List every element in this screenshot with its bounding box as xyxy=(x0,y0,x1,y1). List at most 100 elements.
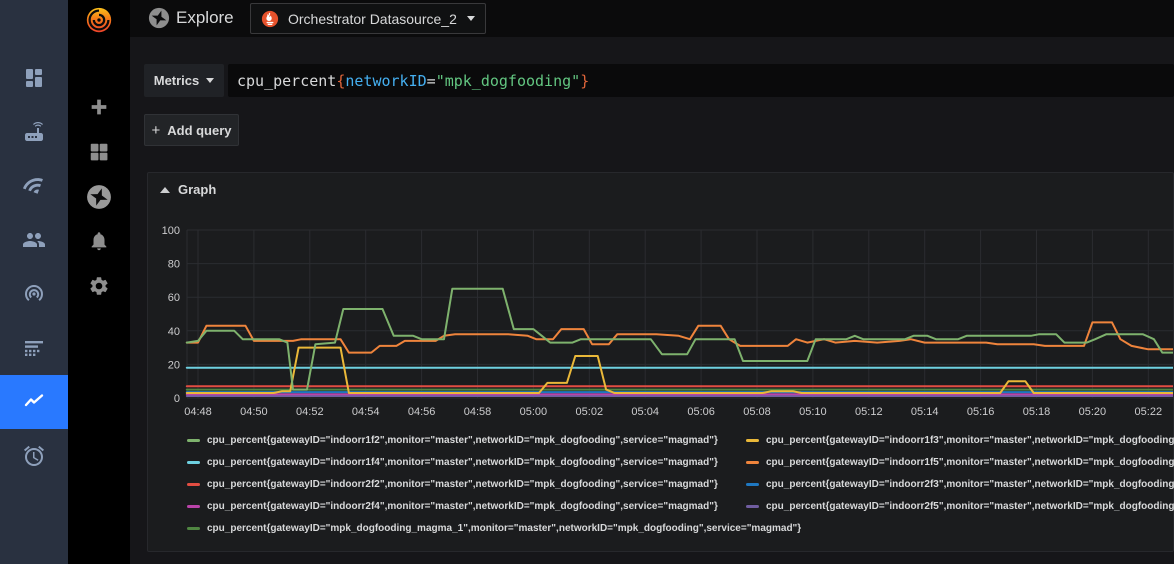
query-expression: cpu_percent{networkID="mpk_dogfooding"} xyxy=(237,71,590,90)
grafana-sidebar xyxy=(68,0,130,564)
legend-item[interactable]: cpu_percent{gatewayID="indoorr2f2",monit… xyxy=(187,473,801,495)
legend-series-label: cpu_percent{gatewayID="indoorr1f5",monit… xyxy=(766,456,1174,468)
svg-text:04:48: 04:48 xyxy=(184,406,212,418)
legend-series-label: cpu_percent{gatewayID="indoorr1f4",monit… xyxy=(207,456,718,468)
legend-series-swatch xyxy=(746,482,759,486)
add-query-button[interactable]: + Add query xyxy=(144,114,239,146)
panel-title: Graph xyxy=(178,182,217,197)
radar-icon xyxy=(25,285,43,301)
explore-icon xyxy=(148,7,170,29)
page-title: Explore xyxy=(176,8,234,27)
svg-text:05:10: 05:10 xyxy=(799,406,827,418)
chevron-down-icon xyxy=(466,16,475,21)
add-query-label: Add query xyxy=(167,122,232,138)
svg-text:40: 40 xyxy=(168,326,180,338)
datasource-picker[interactable]: Orchestrator Datasource_2 xyxy=(250,3,486,34)
collapse-icon xyxy=(160,186,170,193)
svg-text:05:08: 05:08 xyxy=(743,406,771,418)
svg-text:05:06: 05:06 xyxy=(687,406,715,418)
legend-series-swatch xyxy=(187,504,200,508)
chevron-down-icon xyxy=(206,78,215,83)
grafana-logo[interactable] xyxy=(68,0,130,40)
graph-panel: Graph 0 20 40 60 80 100 04:48 04:50 04:52 04:54 04… xyxy=(147,172,1174,552)
datasource-name: Orchestrator Datasource_2 xyxy=(288,10,457,27)
sidebar-item-equipment[interactable] xyxy=(0,105,68,159)
explore-header: Explore Orchestrator Datasource_2 xyxy=(130,0,1174,37)
sidebar-item-alarms[interactable] xyxy=(0,429,68,483)
svg-text:04:56: 04:56 xyxy=(408,406,436,418)
grafana-dashboards-item[interactable] xyxy=(68,132,130,172)
legend-series-swatch xyxy=(746,504,759,508)
legend-item[interactable]: cpu_percent{gatewayID="indoorr2f5",monit… xyxy=(746,495,1174,517)
prometheus-icon xyxy=(261,10,279,27)
legend-series-swatch xyxy=(746,438,759,442)
svg-text:05:20: 05:20 xyxy=(1079,406,1107,418)
legend-series-label: cpu_percent{gatewayID="indoorr1f2",monit… xyxy=(207,434,718,446)
grafana-alerting-item[interactable] xyxy=(68,221,130,261)
alarm-clock-icon xyxy=(24,445,44,466)
graph-panel-header[interactable]: Graph xyxy=(160,182,216,197)
svg-text:04:52: 04:52 xyxy=(296,406,324,418)
legend-series-label: cpu_percent{gatewayID="indoorr2f2",monit… xyxy=(207,478,718,490)
wifi-icon xyxy=(22,178,43,194)
grafana-configuration-item[interactable] xyxy=(68,266,130,306)
svg-text:20: 20 xyxy=(168,359,180,371)
sidebar-item-network[interactable] xyxy=(0,159,68,213)
svg-text:05:00: 05:00 xyxy=(520,406,548,418)
metrics-chart-icon xyxy=(24,394,44,407)
users-icon xyxy=(23,233,45,247)
sidebar-item-metrics[interactable] xyxy=(0,375,68,429)
legend-series-label: cpu_percent{gatewayID="mpk_dogfooding_ma… xyxy=(207,522,802,534)
svg-text:05:18: 05:18 xyxy=(1023,406,1051,418)
svg-text:80: 80 xyxy=(168,259,180,271)
chart-canvas[interactable]: 0 20 40 60 80 100 04:48 04:50 04:52 04:54 04:56 04:… xyxy=(148,219,1173,419)
legend-item[interactable]: cpu_percent{gatewayID="indoorr1f2",monit… xyxy=(187,429,801,451)
legend-item[interactable]: cpu_percent{gatewayID="indoorr2f3",monit… xyxy=(746,473,1174,495)
legend-series-swatch xyxy=(187,482,200,486)
query-mode-label: Metrics xyxy=(153,73,200,88)
svg-text:100: 100 xyxy=(162,225,180,237)
legend-series-swatch xyxy=(187,460,200,464)
alerting-bell-icon xyxy=(91,232,107,251)
app-nav-sidebar xyxy=(0,0,68,564)
svg-text:05:14: 05:14 xyxy=(911,406,939,418)
legend-series-label: cpu_percent{gatewayID="indoorr2f4",monit… xyxy=(207,500,718,512)
legend-series-label: cpu_percent{gatewayID="indoorr2f3",monit… xyxy=(766,478,1174,490)
svg-text:60: 60 xyxy=(168,292,180,304)
dashboard-icon xyxy=(26,69,42,87)
svg-text:04:54: 04:54 xyxy=(352,406,380,418)
plus-icon xyxy=(91,99,107,115)
dashboards-icon xyxy=(90,143,108,161)
legend-series-swatch xyxy=(746,460,759,464)
grafana-explore-item[interactable] xyxy=(68,177,130,217)
legend-series-label: cpu_percent{gatewayID="indoorr1f3",monit… xyxy=(766,434,1174,446)
sidebar-item-network-list[interactable] xyxy=(0,321,68,375)
sidebar-item-dashboard[interactable] xyxy=(0,51,68,105)
sidebar-item-subscribers[interactable] xyxy=(0,213,68,267)
sidebar-item-tracking[interactable] xyxy=(0,267,68,321)
legend-item[interactable]: cpu_percent{gatewayID="indoorr2f4",monit… xyxy=(187,495,801,517)
svg-text:05:12: 05:12 xyxy=(855,406,883,418)
explore-page: Explore Orchestrator Datasource_2 Metric… xyxy=(0,0,1174,564)
network-list-icon xyxy=(25,341,43,356)
svg-text:05:16: 05:16 xyxy=(967,406,995,418)
explore-compass-icon xyxy=(87,185,111,209)
svg-text:0: 0 xyxy=(174,393,180,405)
legend-item[interactable]: cpu_percent{gatewayID="indoorr1f5",monit… xyxy=(746,451,1174,473)
svg-text:04:50: 04:50 xyxy=(240,406,268,418)
legend-series-swatch xyxy=(187,526,200,530)
legend-series-swatch xyxy=(187,438,200,442)
svg-text:04:58: 04:58 xyxy=(464,406,492,418)
legend-column-2: cpu_percent{gatewayID="indoorr1f3",monit… xyxy=(746,429,1174,517)
grafana-logo-icon xyxy=(86,7,112,33)
svg-text:05:02: 05:02 xyxy=(576,406,604,418)
access-point-icon xyxy=(25,122,43,141)
svg-text:05:04: 05:04 xyxy=(631,406,659,418)
legend-item[interactable]: cpu_percent{gatewayID="mpk_dogfooding_ma… xyxy=(187,517,801,539)
legend-item[interactable]: cpu_percent{gatewayID="indoorr1f3",monit… xyxy=(746,429,1174,451)
grafana-create-item[interactable] xyxy=(68,87,130,127)
query-input[interactable]: cpu_percent{networkID="mpk_dogfooding"} xyxy=(228,64,1174,97)
query-mode-dropdown[interactable]: Metrics xyxy=(144,64,224,97)
legend-item[interactable]: cpu_percent{gatewayID="indoorr1f4",monit… xyxy=(187,451,801,473)
svg-text:05:22: 05:22 xyxy=(1135,406,1163,418)
